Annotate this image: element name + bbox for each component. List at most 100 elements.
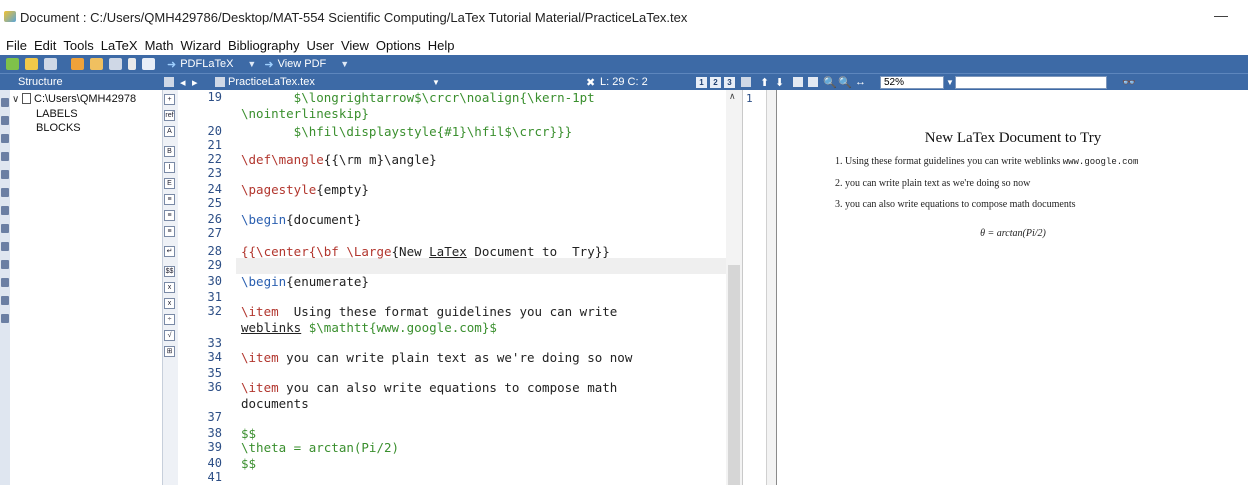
metapost-tab-icon[interactable]: [1, 260, 9, 269]
code-editor[interactable]: $\longrightarrow$\crcr\noalign{\kern-1pt…: [236, 90, 726, 485]
greek-letters-tab-icon[interactable]: [1, 188, 9, 197]
superscript-icon[interactable]: x: [164, 298, 175, 309]
inline-math-icon[interactable]: $$: [164, 266, 175, 277]
pdf-search-input[interactable]: [955, 76, 1107, 89]
align-right-icon[interactable]: ≡: [164, 226, 175, 237]
structure-tab-icon[interactable]: [1, 98, 9, 107]
code-line[interactable]: $$: [241, 426, 256, 441]
code-line[interactable]: \begin{enumerate}: [241, 274, 369, 289]
code-line[interactable]: \nointerlineskip}: [241, 106, 369, 121]
code-line[interactable]: weblinks $\mathtt{www.google.com}$: [241, 320, 497, 335]
binoculars-icon[interactable]: 👓: [1122, 76, 1136, 89]
compiler-dropdown-icon[interactable]: ▼: [247, 59, 256, 69]
page-3-button[interactable]: 3: [724, 77, 735, 88]
zoom-in-icon[interactable]: 🔍: [823, 76, 837, 89]
pdf-viewer[interactable]: New LaTex Document to Try 1. Using these…: [776, 90, 1248, 485]
tree-item-blocks[interactable]: BLOCKS: [36, 122, 81, 134]
align-center-icon[interactable]: ≡: [164, 210, 175, 221]
menu-options[interactable]: Options: [376, 38, 421, 53]
prev-tab-icon[interactable]: ◂: [180, 76, 186, 89]
file-tab[interactable]: PracticeLaTex.tex: [228, 76, 315, 88]
last-page-icon[interactable]: [808, 77, 818, 87]
new-file-icon[interactable]: [6, 58, 19, 70]
menu-wizard[interactable]: Wizard: [181, 38, 221, 53]
page-2-button[interactable]: 2: [710, 77, 721, 88]
next-tab-icon[interactable]: ▸: [192, 76, 198, 89]
first-page-icon[interactable]: [793, 77, 803, 87]
code-line[interactable]: \item you can also write equations to co…: [241, 380, 617, 395]
scrollbar-thumb[interactable]: [728, 265, 740, 485]
fit-width-icon[interactable]: ↔: [855, 76, 866, 88]
zoom-out-icon[interactable]: 🔍: [838, 76, 852, 89]
delimiters-tab-icon[interactable]: [1, 170, 9, 179]
menu-latex[interactable]: LaTeX: [101, 38, 138, 53]
menu-edit[interactable]: Edit: [34, 38, 56, 53]
menu-view[interactable]: View: [341, 38, 369, 53]
paste-icon[interactable]: [142, 58, 155, 70]
close-tab-icon[interactable]: ✖: [586, 76, 595, 89]
tree-root[interactable]: ∨ C:\Users\QMH42978: [12, 93, 136, 105]
code-line[interactable]: \item Using these format guidelines you …: [241, 304, 617, 319]
matrix-icon[interactable]: ⊞: [164, 346, 175, 357]
cut-icon[interactable]: [128, 58, 136, 70]
log-scrollbar[interactable]: [766, 90, 776, 485]
compiler-select[interactable]: PDFLaTeX: [180, 58, 233, 70]
view-pdf-button[interactable]: View PDF: [278, 58, 327, 70]
redo-icon[interactable]: [90, 58, 103, 70]
minimize-button[interactable]: —: [1210, 4, 1232, 26]
chevron-down-icon[interactable]: ∨: [12, 94, 22, 105]
emphasis-icon[interactable]: E: [164, 178, 175, 189]
menu-user[interactable]: User: [307, 38, 334, 53]
menu-tools[interactable]: Tools: [63, 38, 93, 53]
code-line[interactable]: \def\mangle{{\rm m}\angle}: [241, 152, 437, 167]
asymptote-tab-icon[interactable]: [1, 296, 9, 305]
foreign-chars-tab-icon[interactable]: [1, 206, 9, 215]
undo-icon[interactable]: [71, 58, 84, 70]
quick-build-arrow-icon[interactable]: ➜: [167, 58, 176, 71]
code-line[interactable]: \pagestyle{empty}: [241, 182, 369, 197]
editor-scrollbar[interactable]: ∧: [726, 90, 742, 485]
code-line[interactable]: $\longrightarrow$\crcr\noalign{\kern-1pt: [241, 90, 595, 105]
code-line[interactable]: $\hfil\displaystyle{#1}\hfil$\crcr}}}: [241, 124, 572, 139]
copy-icon[interactable]: [109, 58, 122, 70]
bold-icon[interactable]: B: [164, 146, 175, 157]
fraction-icon[interactable]: ÷: [164, 314, 175, 325]
tikz-tab-icon[interactable]: [1, 278, 9, 287]
code-line[interactable]: {{\center{\bf \Large{New LaTex Document …: [241, 244, 610, 259]
relation-symbols-tab-icon[interactable]: [1, 116, 9, 125]
structure-toggle-icon[interactable]: [164, 77, 174, 87]
new-line-icon[interactable]: ↵: [164, 246, 175, 257]
align-left-icon[interactable]: ≡: [164, 194, 175, 205]
page-up-icon[interactable]: ⬆: [760, 76, 769, 89]
code-line[interactable]: \item you can write plain text as we're …: [241, 350, 632, 365]
zoom-dropdown-icon[interactable]: ▼: [946, 76, 955, 89]
page-down-icon[interactable]: ⬇: [775, 76, 784, 89]
code-line[interactable]: $$: [241, 456, 256, 471]
font-size-icon[interactable]: A: [164, 126, 175, 137]
ref-icon[interactable]: ref: [164, 110, 175, 121]
menu-bibliography[interactable]: Bibliography: [228, 38, 300, 53]
subscript-icon[interactable]: x: [164, 282, 175, 293]
code-line[interactable]: \theta = arctan(Pi/2): [241, 440, 399, 455]
tab-dropdown-icon[interactable]: ▼: [432, 78, 440, 87]
view-dropdown-icon[interactable]: ▼: [340, 59, 349, 69]
misc-symbols-tab-icon[interactable]: [1, 152, 9, 161]
tree-item-labels[interactable]: LABELS: [36, 108, 78, 120]
scroll-up-icon[interactable]: ∧: [729, 91, 736, 102]
arrow-symbols-tab-icon[interactable]: [1, 134, 9, 143]
menu-file[interactable]: File: [6, 38, 27, 53]
pstricks-tab-icon[interactable]: [1, 242, 9, 251]
menu-help[interactable]: Help: [428, 38, 455, 53]
code-line[interactable]: documents: [241, 396, 309, 411]
page-1-button[interactable]: 1: [696, 77, 707, 88]
special-chars-tab-icon[interactable]: [1, 224, 9, 233]
italic-icon[interactable]: I: [164, 162, 175, 173]
favorite-tab-icon[interactable]: [1, 314, 9, 323]
open-file-icon[interactable]: [25, 58, 38, 70]
log-pane[interactable]: 1: [742, 90, 766, 485]
page-layout-icon[interactable]: [741, 77, 751, 87]
menu-math[interactable]: Math: [145, 38, 174, 53]
view-arrow-icon[interactable]: ➜: [264, 58, 273, 71]
sqrt-icon[interactable]: √: [164, 330, 175, 341]
zoom-level-input[interactable]: 52%: [880, 76, 944, 89]
